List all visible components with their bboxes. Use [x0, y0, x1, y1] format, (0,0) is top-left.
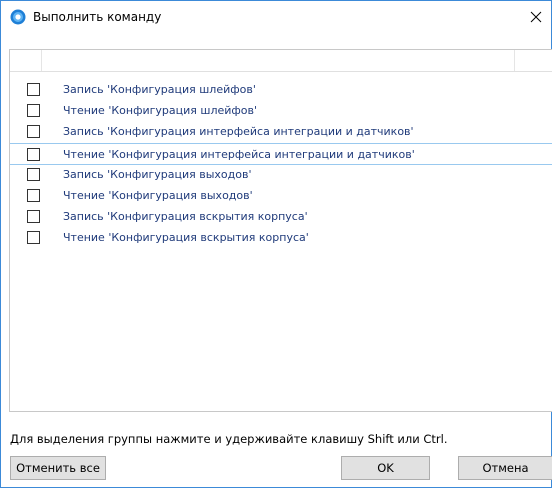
item-checkbox[interactable]: [27, 210, 40, 224]
list-header: [10, 50, 552, 72]
title-bar[interactable]: Выполнить команду: [1, 1, 551, 33]
app-icon: [10, 9, 26, 25]
command-list[interactable]: Запись 'Конфигурация шлейфов' Чтение 'Кон…: [9, 49, 552, 412]
selection-hint: Для выделения группы нажмите и удерживай…: [10, 432, 448, 446]
item-checkbox[interactable]: [27, 147, 40, 161]
list-item[interactable]: Чтение 'Конфигурация выходов': [10, 185, 552, 207]
item-checkbox[interactable]: [27, 83, 40, 96]
item-label: Чтение 'Конфигурация вскрытия корпуса': [63, 231, 309, 245]
list-item[interactable]: Запись 'Конфигурация выходов': [10, 164, 552, 186]
list-item[interactable]: Чтение 'Конфигурация вскрытия корпуса': [10, 227, 552, 249]
close-button[interactable]: [521, 1, 551, 33]
item-label: Запись 'Конфигурация вскрытия корпуса': [63, 210, 308, 224]
item-checkbox[interactable]: [27, 231, 40, 245]
item-label: Запись 'Конфигурация шлейфов': [63, 83, 256, 96]
item-checkbox[interactable]: [27, 125, 40, 139]
item-label: Запись 'Конфигурация интерфейса интеграц…: [63, 125, 414, 139]
list-item[interactable]: Запись 'Конфигурация интерфейса интеграц…: [10, 121, 552, 143]
ok-button[interactable]: OK: [341, 456, 430, 480]
list-item[interactable]: Запись 'Конфигурация шлейфов': [10, 79, 552, 101]
item-label: Чтение 'Конфигурация выходов': [63, 189, 253, 202]
window-title: Выполнить команду: [33, 10, 162, 24]
list-item[interactable]: Чтение 'Конфигурация шлейфов': [10, 100, 552, 122]
header-divider: [41, 50, 42, 71]
list-item[interactable]: Чтение 'Конфигурация интерфейса интеграц…: [10, 142, 552, 165]
item-label: Чтение 'Конфигурация шлейфов': [63, 104, 258, 118]
item-label: Чтение 'Конфигурация интерфейса интеграц…: [63, 147, 415, 161]
item-checkbox[interactable]: [27, 167, 40, 181]
close-icon: [530, 11, 542, 23]
deselect-all-button[interactable]: Отменить все: [10, 456, 106, 480]
list-item[interactable]: Запись 'Конфигурация вскрытия корпуса': [10, 206, 552, 228]
item-checkbox[interactable]: [27, 104, 40, 118]
dialog-window: Выполнить команду Запись 'Конфигурация ш…: [0, 0, 552, 488]
header-divider: [514, 50, 515, 71]
item-checkbox[interactable]: [27, 189, 40, 202]
item-label: Запись 'Конфигурация выходов': [63, 167, 252, 181]
cancel-button[interactable]: Отмена: [458, 456, 552, 480]
